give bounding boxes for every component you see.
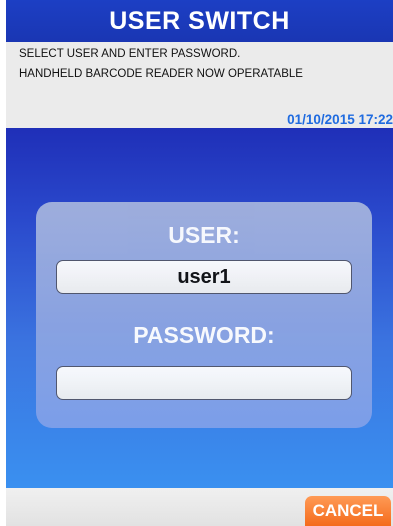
instruction-text: SELECT USER AND ENTER PASSWORD. [19,48,241,60]
device-screen: USER SWITCH SELECT USER AND ENTER PASSWO… [6,0,393,526]
info-panel: SELECT USER AND ENTER PASSWORD. HANDHELD… [6,42,393,128]
page-title: USER SWITCH [109,7,290,35]
title-bar: USER SWITCH [6,0,393,42]
cancel-button[interactable]: CANCEL [305,496,391,526]
user-field[interactable]: user1 [56,260,352,294]
password-field[interactable] [56,366,352,400]
login-card: USER: user1 PASSWORD: [36,202,372,428]
user-label: USER: [168,222,240,248]
bottom-bar: CANCEL [6,488,393,526]
barcode-status-text: HANDHELD BARCODE READER NOW OPERATABLE [19,68,303,80]
main-area: USER: user1 PASSWORD: [6,128,393,488]
password-label: PASSWORD: [133,322,275,348]
datetime-display: 01/10/2015 17:22 [287,112,393,127]
